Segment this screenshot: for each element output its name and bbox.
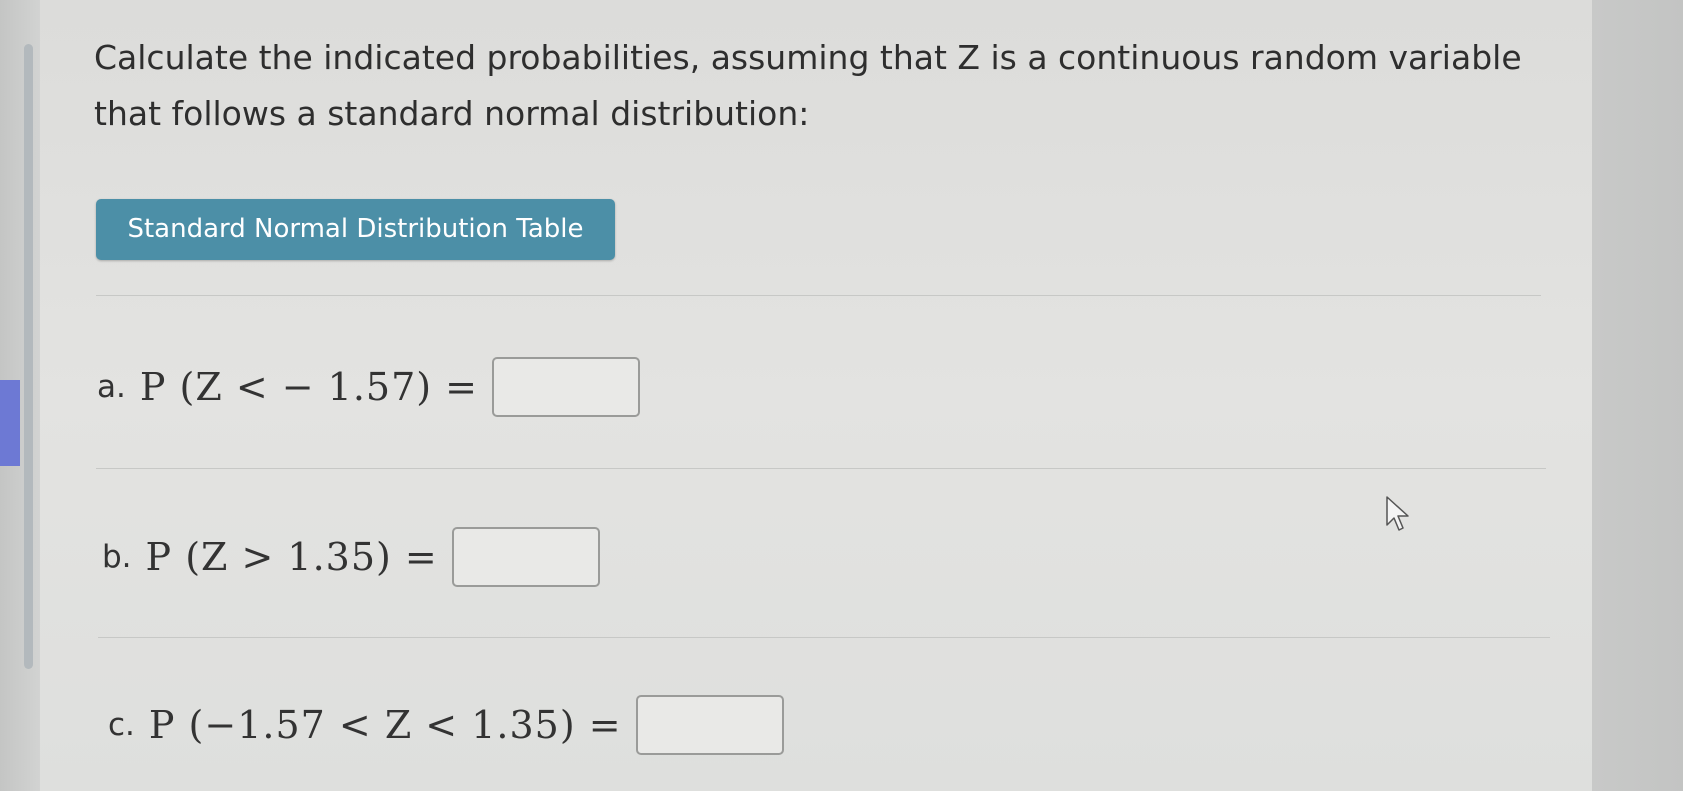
mouse-pointer-icon [1386, 496, 1409, 531]
part-b-label: b. [102, 539, 132, 575]
question-text: Calculate the indicated probabilities, a… [94, 38, 1522, 133]
part-c-expression: P (−1.57 < Z < 1.35) = [148, 703, 622, 747]
part-a-answer-input[interactable] [492, 357, 641, 417]
left-scrollbar[interactable] [24, 44, 33, 669]
active-question-marker [0, 380, 20, 466]
part-c-answer-input[interactable] [635, 695, 784, 755]
standard-normal-table-button[interactable]: Standard Normal Distribution Table [96, 199, 615, 260]
part-a-expression: P (Z < − 1.57) = [139, 365, 479, 409]
part-c-label: c. [108, 707, 135, 743]
part-b: b. P (Z > 1.35) = [102, 522, 600, 592]
part-a: a. P (Z < − 1.57) = [97, 352, 641, 422]
divider [96, 295, 1541, 296]
part-b-expression: P (Z > 1.35) = [145, 535, 438, 579]
part-a-label: a. [97, 369, 126, 405]
right-margin [1592, 0, 1683, 791]
part-c: c. P (−1.57 < Z < 1.35) = [108, 690, 784, 760]
divider [98, 637, 1550, 638]
divider [96, 468, 1546, 469]
part-b-answer-input[interactable] [451, 527, 600, 587]
